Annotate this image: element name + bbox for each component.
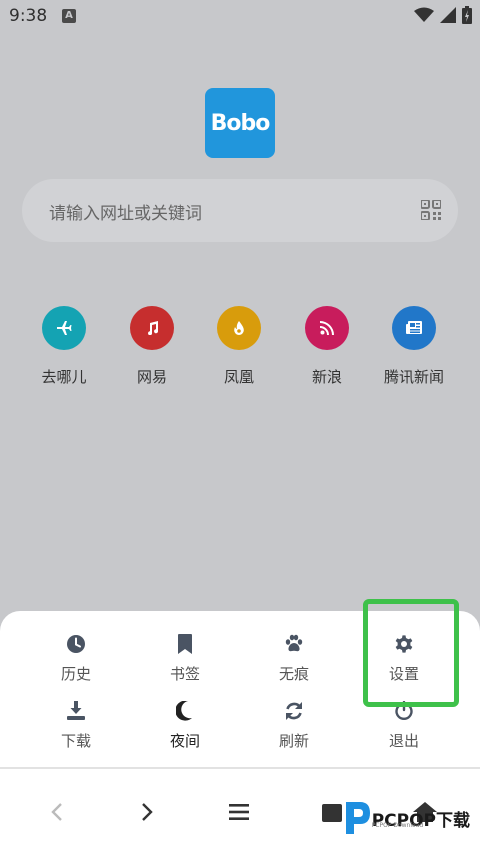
- shortcut-netease[interactable]: 网易: [107, 306, 197, 387]
- app-logo: Bobo: [205, 88, 275, 158]
- status-time: 9:38: [9, 6, 48, 26]
- menu-icon: [229, 804, 249, 820]
- menu-bookmarks[interactable]: 书签: [135, 633, 235, 684]
- menu-download[interactable]: 下载: [26, 700, 126, 751]
- menu-exit[interactable]: 退出: [354, 700, 454, 751]
- refresh-icon: [286, 702, 302, 720]
- status-bar: 9:38 A: [0, 0, 480, 34]
- notification-icon: A: [62, 9, 76, 23]
- shortcut-ifeng-circle[interactable]: [217, 306, 261, 350]
- signal-icon: [440, 7, 456, 23]
- shortcut-tencent-news[interactable]: 腾讯新闻: [369, 306, 459, 387]
- menu-history[interactable]: 历史: [26, 633, 126, 684]
- menu-label: 退出: [388, 732, 419, 750]
- shortcut-qunar[interactable]: 去哪儿: [19, 306, 109, 387]
- moon-icon: [176, 701, 192, 721]
- shortcut-sina-circle[interactable]: [305, 306, 349, 350]
- rss-icon: [320, 321, 334, 335]
- tabs-icon: [322, 804, 342, 822]
- watermark: PCPOP下载 PCPOP Download: [342, 800, 470, 836]
- shortcut-label: 去哪儿: [41, 368, 87, 386]
- forward-icon: [142, 803, 153, 821]
- menu-label: 历史: [60, 665, 91, 683]
- menu-button[interactable]: [224, 797, 254, 827]
- plane-icon: [57, 321, 72, 335]
- menu-incognito[interactable]: 无痕: [244, 633, 344, 684]
- menu-label: 无痕: [278, 665, 309, 683]
- clock-icon: [67, 635, 85, 653]
- settings-highlight-box: [363, 599, 459, 707]
- battery-icon: [462, 6, 472, 24]
- back-icon: [51, 803, 62, 821]
- download-icon: [67, 701, 85, 720]
- paw-icon: [285, 634, 303, 652]
- menu-label: 书签: [169, 665, 200, 683]
- search-bar[interactable]: 请输入网址或关键词: [22, 179, 458, 242]
- menu-night-mode[interactable]: 夜间: [135, 700, 235, 751]
- status-icons: [414, 6, 472, 24]
- shortcut-label: 凤凰: [223, 368, 254, 386]
- qr-scan-icon[interactable]: [421, 200, 441, 220]
- bookmark-icon: [178, 634, 192, 654]
- flame-icon: [234, 321, 244, 335]
- shortcut-tencent-news-circle[interactable]: [392, 306, 436, 350]
- wifi-icon: [414, 7, 434, 22]
- menu-label: 刷新: [278, 732, 309, 750]
- shortcut-qunar-circle[interactable]: [42, 306, 86, 350]
- shortcut-netease-circle[interactable]: [130, 306, 174, 350]
- newspaper-icon: [406, 321, 422, 334]
- shortcut-sina[interactable]: 新浪: [282, 306, 372, 387]
- forward-button[interactable]: [132, 797, 162, 827]
- watermark-logo-icon: [345, 802, 370, 834]
- menu-refresh[interactable]: 刷新: [244, 700, 344, 751]
- music-icon: [148, 321, 159, 335]
- shortcut-label: 腾讯新闻: [383, 368, 444, 386]
- logo-text: Bobo: [210, 110, 271, 136]
- search-input[interactable]: 请输入网址或关键词: [49, 199, 202, 224]
- back-button[interactable]: [42, 797, 72, 827]
- menu-label: 夜间: [169, 732, 200, 750]
- shortcut-ifeng[interactable]: 凤凰: [194, 306, 284, 387]
- shortcut-grid: 去哪儿 网易 凤凰 新浪 腾讯新闻: [0, 306, 480, 396]
- shortcut-label: 新浪: [311, 368, 342, 386]
- menu-label: 下载: [60, 732, 91, 750]
- shortcut-label: 网易: [136, 368, 167, 386]
- watermark-subtext: PCPOP Download: [371, 822, 424, 829]
